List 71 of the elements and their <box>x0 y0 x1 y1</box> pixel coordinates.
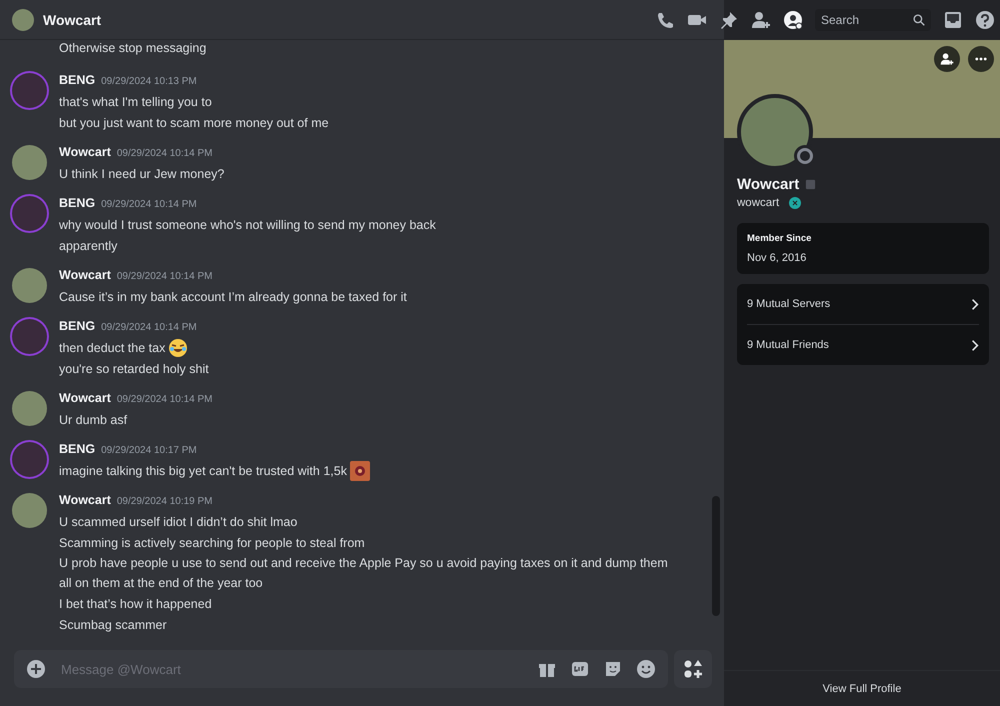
badge-icon <box>787 195 804 211</box>
user-profile-icon[interactable] <box>783 10 803 30</box>
chevron-right-icon <box>971 338 979 352</box>
display-name: Wowcart <box>737 176 800 193</box>
member-since-date: Nov 6, 2016 <box>747 252 808 264</box>
pin-icon[interactable] <box>719 10 739 30</box>
gif-icon[interactable] <box>570 659 590 679</box>
author-name[interactable]: BENG <box>59 196 96 210</box>
message-text: Otherwise stop messaging <box>58 40 208 56</box>
timestamp: 09/29/2024 10:17 PM <box>101 445 197 456</box>
message-text: Ur dumb asf <box>59 412 128 428</box>
message-text: U scammed urself idiot I didn’t do shit lmao <box>59 514 298 530</box>
plus-icon[interactable] <box>26 659 46 679</box>
help-icon[interactable] <box>975 10 995 30</box>
chevron-right-icon <box>971 298 979 310</box>
timestamp: 09/29/2024 10:13 PM <box>101 76 197 87</box>
author-name[interactable]: BENG <box>59 73 96 87</box>
user-avatar[interactable] <box>12 145 47 180</box>
mutual-link[interactable]: 9 Mutual Servers <box>747 284 979 324</box>
add-friend-icon <box>940 52 954 66</box>
message-text: imagine talking this big yet can't be trusted with 1,5k <box>59 462 347 480</box>
message-text: you're so retarded holy shit <box>59 360 209 378</box>
author-name[interactable]: BENG <box>59 442 96 456</box>
message-text: Scumbag scammer <box>59 616 167 634</box>
scrollbar-thumb[interactable] <box>712 496 720 616</box>
user-avatar[interactable] <box>12 493 47 528</box>
message-text: why would I trust someone who's not willing to send my money back <box>59 216 436 234</box>
timestamp: 09/29/2024 10:14 PM <box>101 199 197 210</box>
emoji-icon[interactable] <box>636 659 656 679</box>
message-text: Cause it’s in my bank account I’m already gonna be taxed for it <box>59 288 407 306</box>
author-name[interactable]: Wowcart <box>59 391 111 405</box>
search-field[interactable]: Search <box>815 8 931 30</box>
author-name[interactable]: Wowcart <box>59 268 111 282</box>
message-text: I bet that’s how it happened <box>59 596 212 613</box>
user-avatar[interactable] <box>12 391 47 426</box>
section-label: Member Since <box>747 233 812 244</box>
link-label: 9 Mutual Friends <box>747 339 829 351</box>
message-text: but you just want to scam more money out of me <box>59 114 329 132</box>
mutual-link[interactable]: 9 Mutual Friends <box>747 325 979 365</box>
message-text: Scamming is actively searching for people to steal from <box>59 534 365 552</box>
avatar-icon <box>12 8 34 30</box>
message-text: then deduct the tax <box>59 340 166 356</box>
message-text: U prob have people u use to send out and receive the Apple Pay so u avoid paying taxes on it and dump them all on them at the end of the year too <box>59 555 669 592</box>
apps-icon <box>683 659 703 679</box>
apps-button[interactable] <box>674 650 712 688</box>
timestamp: 09/29/2024 10:14 PM <box>116 394 213 405</box>
laughing-emoji-icon <box>168 338 188 358</box>
channel-title: Wowcart <box>43 12 102 28</box>
more-button[interactable] <box>968 46 994 72</box>
author-name[interactable]: BENG <box>59 319 96 333</box>
author-name[interactable]: Wowcart <box>59 145 111 159</box>
inbox-icon[interactable] <box>943 10 963 30</box>
message-text: apparently <box>59 238 118 255</box>
author-name[interactable]: Wowcart <box>59 493 111 507</box>
message-field[interactable]: Message @Wowcart <box>59 660 524 678</box>
user-avatar[interactable] <box>12 268 47 303</box>
sticker-emoji-icon <box>350 460 370 480</box>
sticker-icon[interactable] <box>603 659 623 679</box>
add-member-icon[interactable] <box>751 10 771 30</box>
message-composer[interactable]: Message @Wowcart <box>14 650 668 688</box>
username: wowcart <box>737 197 780 209</box>
timestamp: 09/29/2024 10:14 PM <box>101 322 197 333</box>
note-icon <box>805 179 816 190</box>
timestamp: 09/29/2024 10:14 PM <box>116 271 213 282</box>
link-label: 9 Mutual Servers <box>747 298 830 310</box>
add-friend-button[interactable] <box>934 46 960 72</box>
timestamp: 09/29/2024 10:14 PM <box>116 148 213 159</box>
message-text: that's what I'm telling you to <box>59 94 212 111</box>
search-icon <box>913 14 925 26</box>
timestamp: 09/29/2024 10:19 PM <box>116 496 213 507</box>
message-text: U think I need ur Jew money? <box>59 166 224 183</box>
